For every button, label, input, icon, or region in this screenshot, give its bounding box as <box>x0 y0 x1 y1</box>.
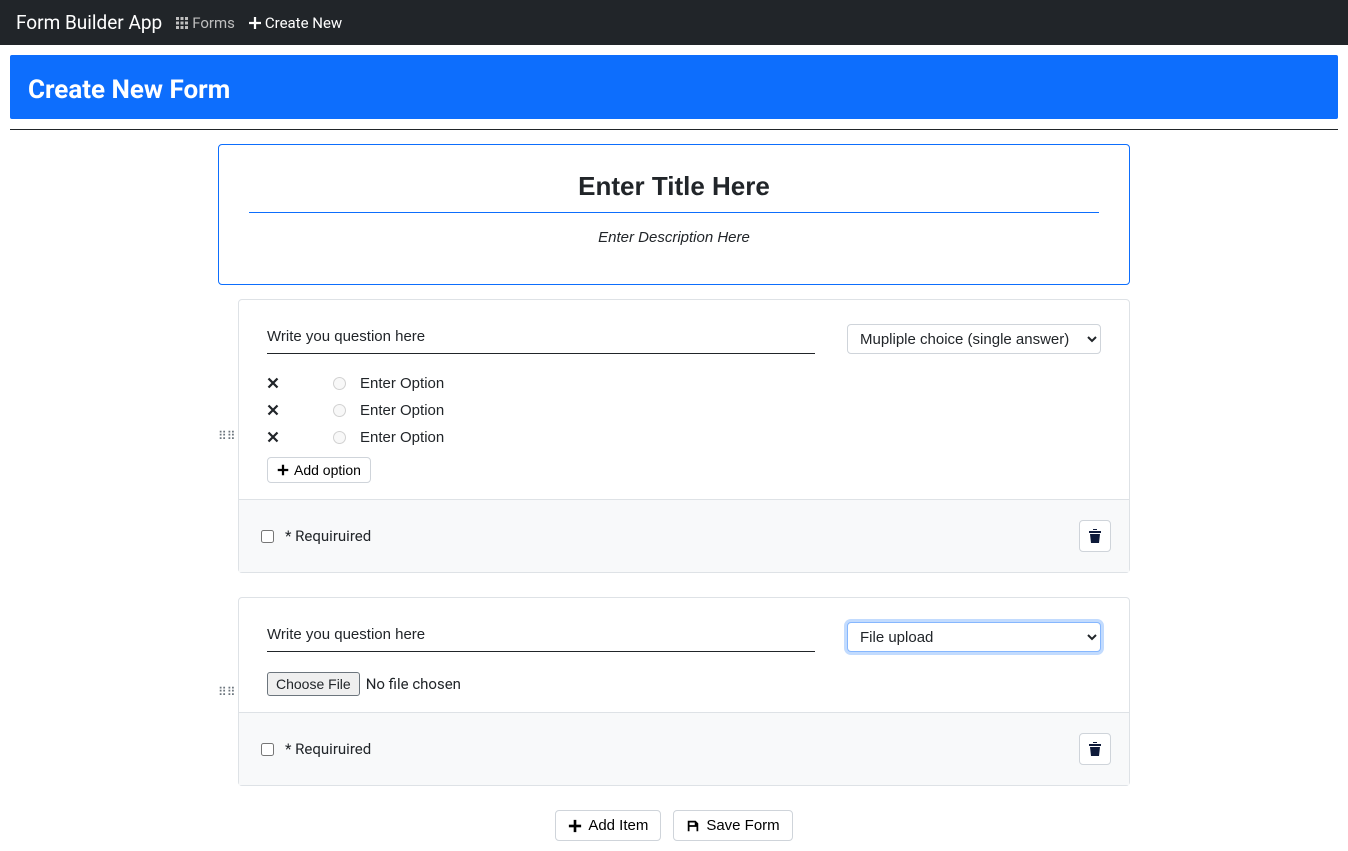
add-item-button[interactable]: Add Item <box>555 810 661 841</box>
remove-option-icon[interactable] <box>267 402 281 420</box>
form-title-input[interactable] <box>249 165 1099 213</box>
question-body: Choose File No file chosen <box>239 662 1129 712</box>
question-block: ⠿⠿ Mupliple choice (single answer)File u… <box>238 299 1130 573</box>
page: Create New Form ⠿⠿ Mupliple choice (sing… <box>0 45 1348 851</box>
form-title-card <box>218 144 1130 285</box>
delete-question-button[interactable] <box>1079 733 1111 765</box>
file-chosen-label: No file chosen <box>366 675 461 693</box>
remove-option-icon[interactable] <box>267 429 281 447</box>
drag-handle-icon[interactable]: ⠿⠿ <box>218 429 236 443</box>
form-actions-row: Add Item Save Form <box>218 810 1130 841</box>
option-radio <box>333 377 346 390</box>
form-description-input[interactable] <box>249 223 1099 256</box>
nav-create-link[interactable]: Create New <box>249 14 342 32</box>
option-text-input[interactable] <box>360 400 580 421</box>
option-text-input[interactable] <box>360 373 580 394</box>
nav-create-label: Create New <box>265 14 342 32</box>
drag-handle-icon[interactable]: ⠿⠿ <box>218 685 236 699</box>
question-footer: * Requiruired <box>239 712 1129 785</box>
question-footer: * Requiruired <box>239 499 1129 572</box>
th-icon <box>176 17 188 29</box>
save-form-label: Save Form <box>706 817 779 834</box>
option-row <box>267 424 1101 451</box>
option-row <box>267 397 1101 424</box>
question-type-select[interactable]: Mupliple choice (single answer)File uplo… <box>847 324 1101 354</box>
required-label: * Requiruired <box>285 740 371 758</box>
question-card: Mupliple choice (single answer)File uplo… <box>238 597 1130 786</box>
save-icon <box>686 819 700 833</box>
option-radio <box>333 431 346 444</box>
page-header: Create New Form <box>10 55 1338 119</box>
trash-icon <box>1087 741 1103 757</box>
question-text-input[interactable] <box>267 324 815 354</box>
divider <box>10 129 1338 130</box>
question-card: Mupliple choice (single answer)File uplo… <box>238 299 1130 573</box>
add-option-button[interactable]: Add option <box>267 457 371 483</box>
question-block: ⠿⠿ Mupliple choice (single answer)File u… <box>238 597 1130 786</box>
add-item-label: Add Item <box>588 817 648 834</box>
delete-question-button[interactable] <box>1079 520 1111 552</box>
save-form-button[interactable]: Save Form <box>673 810 792 841</box>
add-option-label: Add option <box>294 462 361 478</box>
question-head: Mupliple choice (single answer)File uplo… <box>239 300 1129 364</box>
trash-icon <box>1087 528 1103 544</box>
plus-icon <box>568 819 582 833</box>
choose-file-button[interactable]: Choose File <box>267 672 360 696</box>
required-checkbox[interactable] <box>261 530 274 543</box>
option-row <box>267 370 1101 397</box>
nav-forms-link[interactable]: Forms <box>176 14 235 32</box>
navbar: Form Builder App Forms Create New <box>0 0 1348 45</box>
required-checkbox[interactable] <box>261 743 274 756</box>
page-title: Create New Form <box>28 75 1320 105</box>
plus-icon <box>249 17 261 29</box>
question-text-input[interactable] <box>267 622 815 652</box>
question-head: Mupliple choice (single answer)File uplo… <box>239 598 1129 662</box>
required-label: * Requiruired <box>285 527 371 545</box>
question-type-select[interactable]: Mupliple choice (single answer)File uplo… <box>847 622 1101 652</box>
option-radio <box>333 404 346 417</box>
nav-forms-label: Forms <box>192 14 235 32</box>
plus-icon <box>277 464 289 476</box>
question-body: Add option <box>239 364 1129 499</box>
center-column: ⠿⠿ Mupliple choice (single answer)File u… <box>218 144 1130 841</box>
remove-option-icon[interactable] <box>267 375 281 393</box>
app-brand: Form Builder App <box>16 11 162 34</box>
option-text-input[interactable] <box>360 427 580 448</box>
